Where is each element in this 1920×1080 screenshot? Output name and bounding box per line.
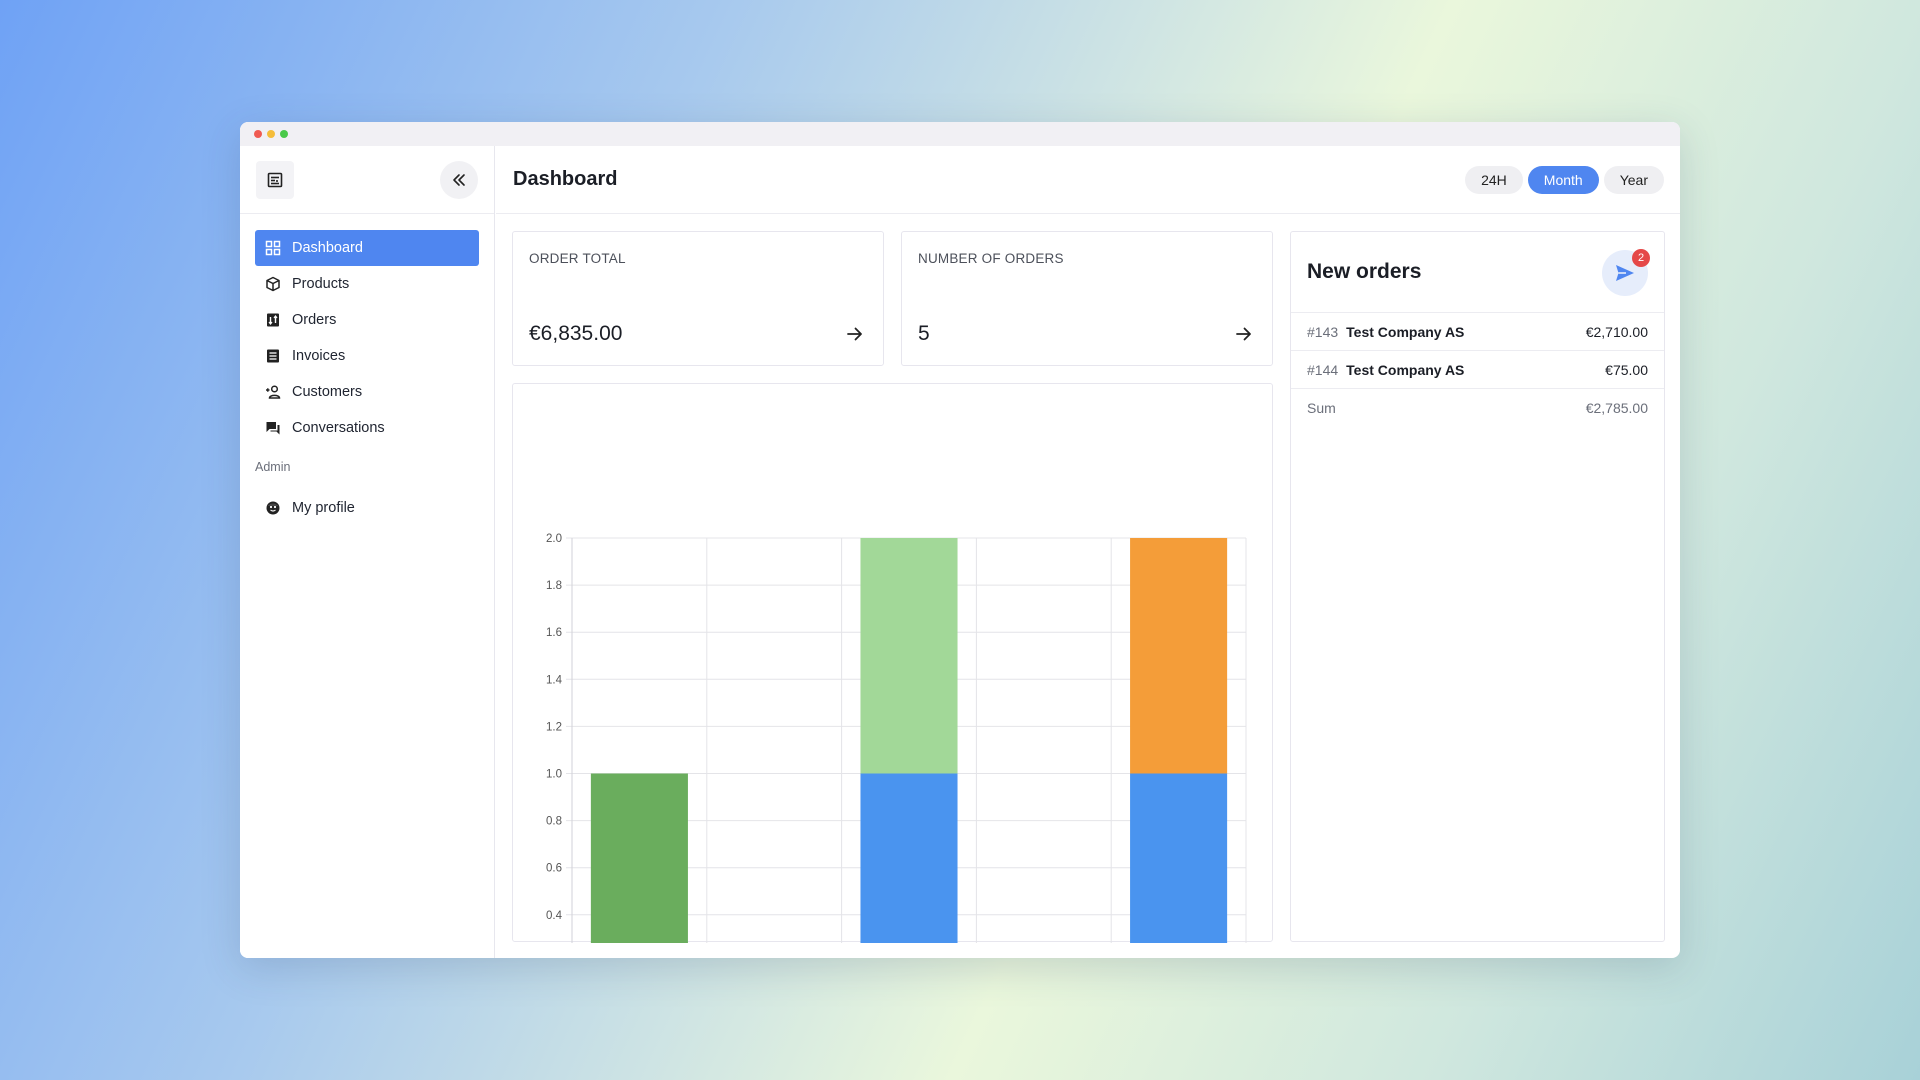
order-row[interactable]: #144 Test Company AS €75.00 — [1291, 350, 1664, 388]
range-24h-button[interactable]: 24H — [1465, 165, 1523, 194]
arrow-right-icon[interactable] — [1234, 324, 1254, 344]
order-total-value: €6,835.00 — [529, 322, 623, 345]
sidebar-item-my-profile[interactable]: My profile — [255, 490, 479, 526]
chart-bar — [590, 773, 688, 958]
collapse-sidebar-button[interactable] — [440, 160, 478, 199]
orders-sum-row: Sum €2,785.00 — [1291, 388, 1664, 426]
close-window-button[interactable] — [254, 130, 262, 138]
y-tick-label: 0.4 — [546, 910, 563, 922]
y-tick-label: 1.4 — [546, 674, 563, 686]
sidebar-nav: Dashboard Products Orders Invoices Custo… — [240, 214, 494, 526]
new-orders-title: New orders — [1307, 260, 1422, 283]
new-orders-badge: 2 — [1632, 249, 1650, 267]
sidebar-item-orders[interactable]: Orders — [255, 302, 479, 338]
send-icon — [1616, 265, 1634, 281]
chevrons-left-icon — [453, 173, 465, 186]
order-amount: €75.00 — [1605, 361, 1648, 378]
chart-bar — [860, 538, 958, 774]
receipt-icon — [267, 313, 279, 327]
range-month-button[interactable]: Month — [1527, 165, 1599, 194]
order-company: Test Company AS — [1346, 323, 1465, 340]
orders-chart-card: 00.20.40.60.81.01.21.41.61.82.012/0913/0… — [512, 383, 1273, 958]
chart-bar — [1130, 538, 1228, 774]
document-icon — [267, 349, 279, 363]
order-row[interactable]: #143 Test Company AS €2,710.00 — [1291, 312, 1664, 350]
sidebar-item-label: Dashboard — [292, 240, 363, 256]
maximize-window-button[interactable] — [280, 130, 288, 138]
order-company: Test Company AS — [1346, 361, 1465, 378]
box-icon — [266, 276, 280, 292]
chart-bar — [860, 773, 958, 958]
number-of-orders-card[interactable]: NUMBER OF ORDERS 5 — [901, 231, 1273, 366]
order-id: #144 — [1307, 361, 1339, 378]
arrow-right-icon[interactable] — [845, 324, 865, 344]
range-year-button[interactable]: Year — [1603, 165, 1664, 194]
sidebar-item-dashboard[interactable]: Dashboard — [255, 230, 479, 266]
minimize-window-button[interactable] — [267, 130, 275, 138]
sidebar-item-products[interactable]: Products — [255, 266, 479, 302]
sidebar-section-admin: Admin — [255, 460, 291, 474]
time-range-selector: 24H Month Year — [1465, 165, 1664, 194]
number-of-orders-value: 5 — [918, 322, 930, 345]
sidebar-top — [240, 146, 494, 214]
y-tick-label: 1.6 — [546, 627, 562, 639]
sidebar-item-label: Orders — [292, 312, 337, 328]
sidebar-item-customers[interactable]: Customers — [255, 374, 479, 410]
new-orders-card: New orders 2 #143 Test Company AS €2,710… — [1290, 231, 1665, 942]
profile-icon — [266, 501, 280, 515]
page-title: Dashboard — [513, 168, 618, 190]
dashboard-logo-icon[interactable] — [256, 160, 294, 199]
sum-amount: €2,785.00 — [1585, 399, 1648, 416]
order-id: #143 — [1307, 323, 1339, 340]
sidebar-item-label: Conversations — [292, 420, 385, 436]
y-tick-label: 1.2 — [546, 721, 562, 733]
number-of-orders-label: NUMBER OF ORDERS — [918, 251, 1064, 266]
y-tick-label: 0.6 — [546, 863, 562, 875]
sidebar-item-label: My profile — [292, 500, 355, 516]
order-total-label: ORDER TOTAL — [529, 251, 626, 266]
order-total-card[interactable]: ORDER TOTAL €6,835.00 — [512, 231, 884, 366]
orders-bar-chart: 00.20.40.60.81.01.21.41.61.82.012/0913/0… — [546, 533, 1247, 958]
users-icon — [266, 385, 281, 399]
sum-label: Sum — [1307, 399, 1336, 416]
sidebar: Dashboard Products Orders Invoices Custo… — [240, 146, 495, 958]
grid-icon — [265, 240, 281, 256]
sidebar-item-label: Invoices — [292, 348, 346, 364]
y-tick-label: 0.8 — [546, 816, 562, 828]
chat-icon — [266, 422, 280, 435]
order-amount: €2,710.00 — [1585, 323, 1648, 340]
chart-bar — [1130, 773, 1228, 958]
sidebar-item-conversations[interactable]: Conversations — [255, 410, 479, 446]
y-tick-label: 2.0 — [546, 533, 562, 545]
send-button[interactable]: 2 — [1602, 249, 1650, 296]
page-header: Dashboard 24H Month Year — [496, 146, 1680, 214]
y-tick-label: 1.8 — [546, 580, 562, 592]
window-titlebar — [240, 122, 1680, 146]
y-tick-label: 1.0 — [546, 769, 562, 781]
app-window: Dashboard Products Orders Invoices Custo… — [240, 122, 1680, 958]
sidebar-item-label: Products — [292, 276, 350, 292]
sidebar-item-label: Customers — [292, 384, 363, 400]
sidebar-item-invoices[interactable]: Invoices — [255, 338, 479, 374]
